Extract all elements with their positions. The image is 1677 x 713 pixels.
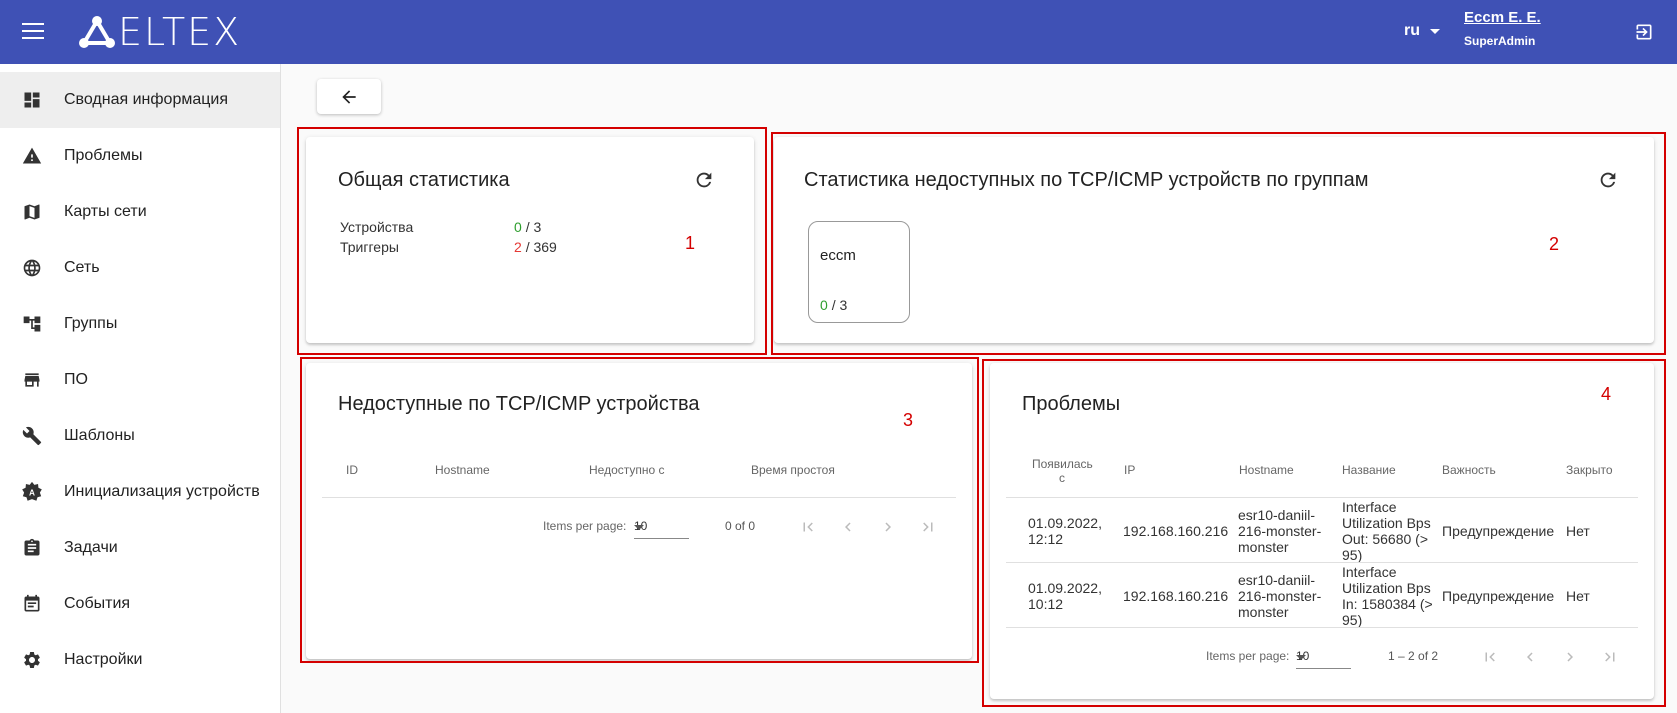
sidebar-item-network-maps[interactable]: Карты сети — [0, 184, 280, 240]
sidebar-item-label: Настройки — [64, 651, 143, 668]
menu-icon[interactable] — [22, 23, 44, 41]
sidebar-item-label: Сводная информация — [64, 91, 228, 108]
annotation-marker-3: 3 — [903, 410, 914, 430]
globe-icon — [21, 257, 43, 279]
gear-icon — [21, 649, 43, 671]
dashboard-icon — [21, 89, 43, 111]
svg-text:A: A — [29, 489, 35, 498]
logo-text: ELTEX — [118, 10, 242, 54]
sidebar-item-network[interactable]: Сеть — [0, 240, 280, 296]
sidebar-item-dashboard[interactable]: Сводная информация — [0, 72, 280, 128]
initialization-icon: A — [21, 481, 43, 503]
logout-icon[interactable] — [1634, 22, 1654, 42]
sidebar-item-label: Проблемы — [64, 147, 143, 164]
sidebar-item-label: ПО — [64, 371, 88, 388]
sidebar-item-label: Карты сети — [64, 203, 147, 220]
sidebar-item-groups[interactable]: Группы — [0, 296, 280, 352]
sidebar-item-label: Задачи — [64, 539, 118, 556]
language-select[interactable]: ru — [1404, 22, 1440, 40]
sidebar-item-software[interactable]: ПО — [0, 352, 280, 408]
annotation-marker-4: 4 — [1601, 384, 1612, 404]
sidebar-item-templates[interactable]: Шаблоны — [0, 408, 280, 464]
sidebar-item-settings[interactable]: Настройки — [0, 632, 280, 688]
wrench-icon — [21, 425, 43, 447]
logo-mark-icon — [79, 16, 115, 48]
sidebar-item-device-init[interactable]: A Инициализация устройств — [0, 464, 280, 520]
sidebar-item-label: События — [64, 595, 131, 612]
annotation-marker-1: 1 — [685, 233, 696, 253]
annotation-box-2 — [771, 132, 1666, 355]
back-button[interactable] — [317, 79, 381, 114]
warning-icon — [21, 145, 43, 167]
hierarchy-icon — [21, 313, 43, 335]
sidebar-item-problems[interactable]: Проблемы — [0, 128, 280, 184]
sidebar-item-label: Сеть — [64, 259, 100, 276]
user-name-link[interactable]: Eccm E. E. — [1464, 9, 1541, 26]
sidebar-item-events[interactable]: События — [0, 576, 280, 632]
language-value: ru — [1404, 22, 1420, 39]
sidebar-item-label: Инициализация устройств — [64, 483, 260, 500]
store-icon — [21, 369, 43, 391]
user-info: Eccm E. E. SuperAdmin — [1464, 9, 1541, 48]
annotation-box-3 — [300, 357, 979, 663]
annotation-box-1 — [297, 127, 767, 355]
clipboard-icon — [21, 537, 43, 559]
annotation-marker-2: 2 — [1549, 234, 1560, 254]
user-role: SuperAdmin — [1464, 34, 1536, 48]
calendar-icon — [21, 593, 43, 615]
sidebar-item-label: Шаблоны — [64, 427, 135, 444]
sidebar-item-label: Группы — [64, 315, 118, 332]
app-header: ELTEX ru Eccm E. E. SuperAdmin — [0, 0, 1677, 64]
chevron-down-icon — [1430, 28, 1440, 34]
sidebar: Сводная информация Проблемы Карты сети С… — [0, 64, 281, 713]
sidebar-item-tasks[interactable]: Задачи — [0, 520, 280, 576]
map-icon — [21, 201, 43, 223]
eltex-logo: ELTEX — [78, 10, 242, 54]
annotation-box-4 — [982, 359, 1666, 707]
arrow-left-icon — [342, 89, 356, 104]
